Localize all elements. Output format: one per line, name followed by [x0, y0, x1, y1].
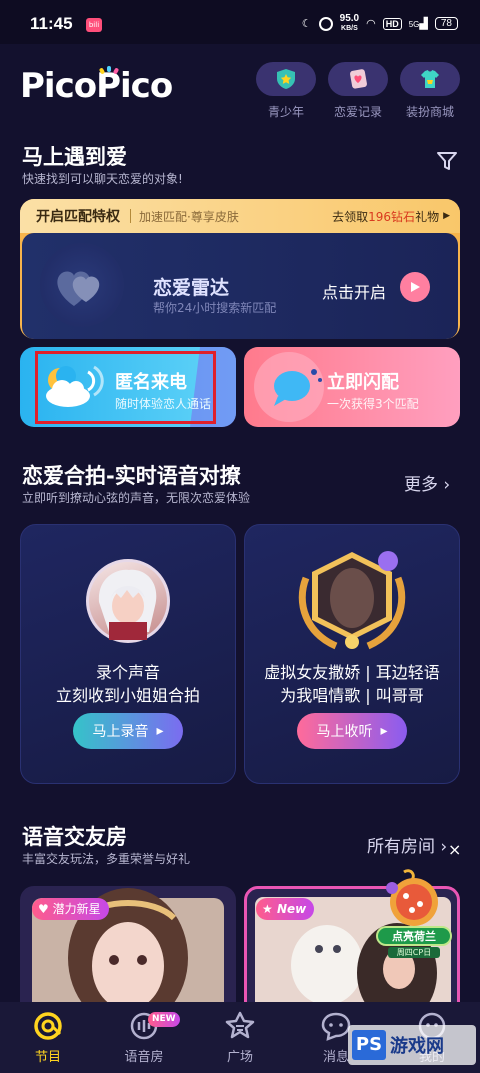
record-now-button[interactable]: 马上录音 ▸	[73, 713, 183, 749]
hd-icon: HD	[382, 17, 402, 30]
love-record-button[interactable]: 恋爱记录	[328, 62, 388, 120]
flash-match-subtitle: 一次获得3个匹配	[327, 397, 419, 411]
play-small-icon: ▸	[380, 723, 388, 739]
app-logo: PicoPico	[20, 66, 173, 106]
meet-section-title: 马上遇到爱	[22, 145, 127, 169]
alarm-icon	[318, 16, 333, 31]
programs-icon	[34, 1012, 62, 1040]
signal-icon: 5G▟	[408, 18, 428, 30]
privilege-bar[interactable]: 开启匹配特权 加速匹配·尊享皮肤 去领取196钻石礼物 ▶	[20, 199, 460, 233]
heart-icon	[57, 271, 100, 306]
play-icon	[411, 282, 420, 292]
youth-mode-button[interactable]: 青少年	[256, 62, 316, 120]
listen-now-button[interactable]: 马上收听 ▸	[297, 713, 407, 749]
play-small-icon: ▸	[156, 723, 164, 739]
listen-card-line2: 为我唱情歌 | 叫哥哥	[280, 686, 424, 705]
privilege-reward: 去领取196钻石礼物	[332, 209, 440, 224]
battery-icon: 78	[434, 17, 458, 30]
love-record-label: 恋爱记录	[333, 105, 382, 119]
filter-icon[interactable]	[436, 150, 458, 172]
play-small-icon: ▶	[443, 211, 450, 221]
badge-rising-star: ♥ 潜力新星	[32, 898, 109, 920]
nav-item-programs[interactable]: 节目	[18, 1010, 78, 1065]
chevron-right-icon: ›	[443, 475, 451, 495]
watermark-logo: PS	[352, 1030, 386, 1060]
rooms-section-title: 语音交友房	[22, 825, 127, 849]
rooms-section-subtitle: 丰富交友玩法，多重荣誉与好礼	[22, 852, 191, 866]
close-icon[interactable]: ×	[448, 840, 461, 859]
nav-item-plaza[interactable]: 广场	[210, 1010, 270, 1065]
avatar	[86, 559, 170, 643]
shield-icon	[277, 69, 295, 89]
meet-section-subtitle: 快速找到可以聊天恋爱的对象!	[22, 172, 183, 186]
radar-subtitle: 帮你24小时搜索新匹配	[153, 301, 277, 315]
record-card-line1: 录个声音	[95, 663, 160, 682]
duet-more-link[interactable]: 更多 ›	[404, 470, 450, 495]
love-record-icon	[350, 69, 367, 89]
wifi-icon: ◠	[366, 18, 376, 30]
flash-match-title: 立即闪配	[327, 372, 399, 393]
privilege-label: 开启匹配特权	[36, 209, 120, 225]
decor-dot	[378, 551, 398, 571]
outfit-shop-label: 装扮商城	[405, 105, 454, 119]
moon-icon: ☾	[301, 18, 312, 30]
new-badge: NEW	[148, 1012, 180, 1027]
watermark-text: 游戏网	[390, 1036, 444, 1057]
outfit-shop-button[interactable]: 装扮商城	[400, 62, 460, 120]
radar-cta-label[interactable]: 点击开启	[322, 279, 386, 303]
listen-card-line1: 虚拟女友撒娇 | 耳边轻语	[264, 663, 440, 682]
radar-title: 恋爱雷达	[153, 277, 230, 299]
badge-new: ★ New	[256, 898, 315, 920]
status-time: 11:45	[30, 14, 73, 33]
highlight-box	[35, 351, 216, 424]
outfit-shop-icon	[421, 70, 439, 88]
watermark: PS 游戏网	[348, 1025, 476, 1065]
all-rooms-link[interactable]: 所有房间 ›	[367, 832, 447, 857]
nav-label-plaza: 广场	[226, 1050, 253, 1065]
privilege-desc: 加速匹配·尊享皮肤	[139, 209, 239, 224]
logo-spark	[107, 66, 111, 72]
pizza-promo-icon	[386, 869, 438, 926]
promo-subtitle: 周四CP日	[388, 947, 440, 958]
promo-float-widget[interactable]: 点亮荷兰 周四CP日	[376, 868, 452, 960]
chevron-right-icon: ›	[440, 837, 448, 857]
duet-section-subtitle: 立即听到撩动心弦的声音，无限次恋爱体验	[22, 491, 251, 505]
bilibili-app-icon: bili	[86, 18, 102, 32]
nav-label-voice-room: 语音房	[124, 1050, 164, 1065]
radar-play-button[interactable]	[400, 272, 430, 302]
duet-section-title: 恋爱合拍-实时语音对撩	[22, 464, 241, 488]
net-speed: 95.0 KB/S	[339, 13, 360, 33]
nav-label-programs: 节目	[34, 1050, 61, 1065]
nav-label-messages: 消息	[322, 1050, 349, 1065]
status-icons: ☾ 95.0 KB/S ◠ HD 5G▟ 78	[302, 14, 458, 33]
plaza-icon	[225, 1011, 255, 1039]
promo-title: 点亮荷兰	[376, 926, 452, 946]
youth-mode-label: 青少年	[267, 105, 304, 119]
chat-bubble-icon	[274, 369, 322, 406]
record-card-line2: 立刻收到小姐姐合拍	[55, 686, 200, 705]
anime-avatar-image	[98, 569, 157, 640]
